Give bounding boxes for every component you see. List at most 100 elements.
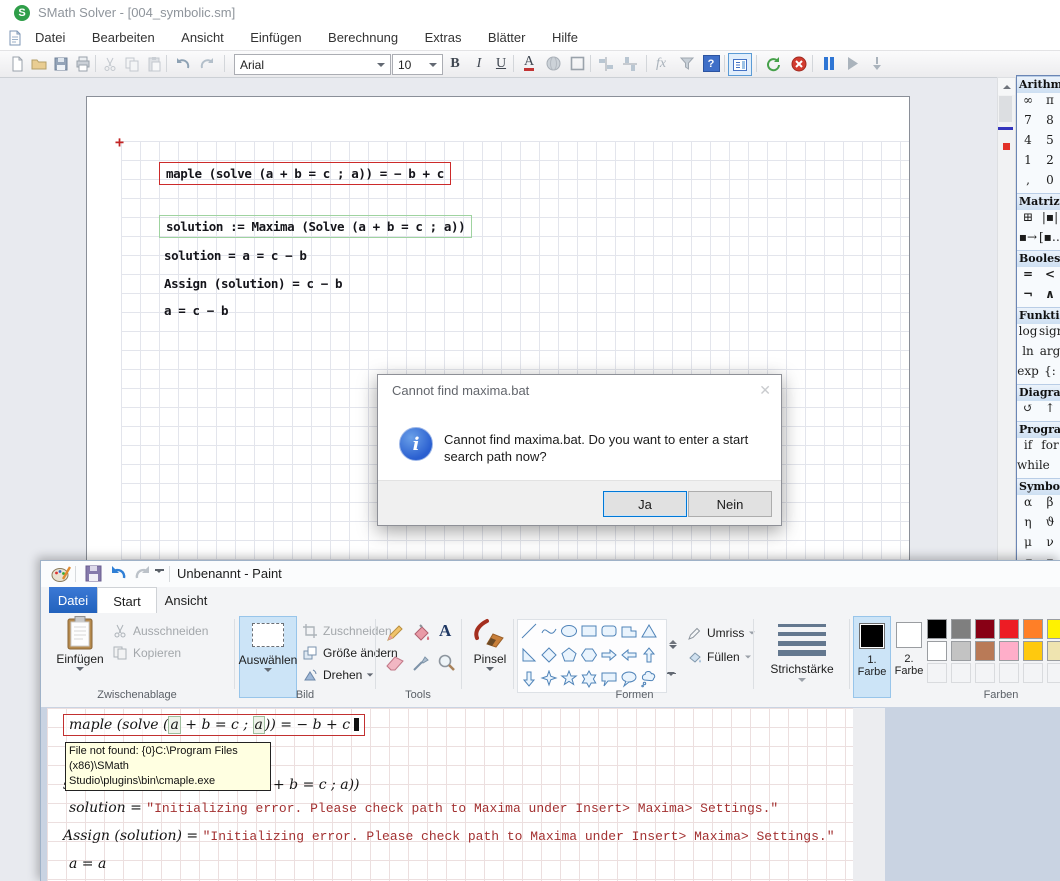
recalculate-button[interactable] [762, 53, 784, 74]
palette-item[interactable]: ▪→ [1017, 230, 1039, 250]
bold-button[interactable]: B [444, 53, 466, 74]
shape-star-5[interactable] [559, 668, 578, 690]
shape-rounded-rectangle[interactable] [599, 620, 618, 642]
palette-item[interactable]: ϑ [1039, 515, 1060, 535]
color2-button[interactable]: 2. Farbe [891, 616, 927, 696]
palette-item[interactable]: π [1039, 93, 1060, 113]
cut-button[interactable]: Ausschneiden [111, 621, 208, 641]
color-swatch[interactable] [927, 641, 947, 661]
color-swatch[interactable] [1047, 619, 1060, 639]
shape-ellipse[interactable] [559, 620, 578, 642]
rotate-button[interactable]: Drehen [301, 665, 374, 685]
select-button[interactable]: Auswählen [239, 616, 297, 698]
palette-item[interactable]: ↺ [1017, 401, 1039, 421]
palette-item[interactable]: α [1017, 495, 1039, 515]
color1-button[interactable]: 1. Farbe [853, 616, 891, 698]
close-icon[interactable]: ✕ [759, 382, 771, 399]
palette-item[interactable]: if [1017, 438, 1039, 458]
redo-button[interactable] [196, 53, 218, 74]
shape-callout-oval[interactable] [619, 668, 638, 690]
menu-extras[interactable]: Extras [414, 26, 473, 50]
palette-item[interactable]: 7 [1017, 113, 1039, 133]
magnifier-tool[interactable] [437, 653, 457, 673]
palette-item[interactable]: = [1017, 267, 1039, 287]
save-button[interactable] [50, 53, 72, 74]
shape-arrow-right[interactable] [599, 644, 618, 666]
fill-button[interactable]: Füllen [685, 647, 752, 667]
stroke-width-button[interactable]: Strichstärke [757, 616, 847, 696]
empty-swatch[interactable] [975, 663, 995, 683]
shape-callout-rounded[interactable] [599, 668, 618, 690]
copy-icon[interactable] [121, 53, 143, 74]
color-swatch[interactable] [927, 619, 947, 639]
shape-star-4[interactable] [539, 668, 558, 690]
palette-item[interactable]: ∧ [1039, 287, 1060, 307]
math-region-assign[interactable]: Assign (solution) = c − b [164, 276, 342, 291]
shape-triangle[interactable] [639, 620, 658, 642]
shapes-scroll-down[interactable] [669, 649, 677, 667]
italic-button[interactable]: I [468, 53, 490, 74]
print-button[interactable] [72, 53, 94, 74]
palette-item[interactable]: 5 [1039, 133, 1060, 153]
shape-right-triangle[interactable] [519, 644, 538, 666]
globe-icon[interactable] [542, 53, 564, 74]
palette-item[interactable]: sign [1039, 324, 1060, 344]
shape-star-6[interactable] [579, 668, 598, 690]
empty-swatch[interactable] [927, 663, 947, 683]
palette-item[interactable]: 1 [1017, 153, 1039, 173]
palette-item[interactable]: exp [1017, 364, 1039, 384]
shape-diamond[interactable] [539, 644, 558, 666]
yes-button[interactable]: Ja [603, 491, 687, 517]
color-picker-tool[interactable] [411, 653, 431, 673]
worksheet-vscrollbar[interactable] [997, 77, 1016, 563]
palette-item[interactable]: while [1017, 458, 1039, 478]
color-swatch[interactable] [999, 641, 1019, 661]
tab-datei[interactable]: Datei [49, 587, 97, 613]
palette-item[interactable]: ∞ [1017, 93, 1039, 113]
menu-blaetter[interactable]: Blätter [477, 26, 537, 50]
font-color-button[interactable]: A [518, 53, 540, 74]
paint-canvas[interactable]: maple (solve (a + b = c ; a)) = − b + c … [47, 708, 885, 881]
palette-item[interactable]: |▪| [1039, 210, 1060, 230]
run-button[interactable] [842, 53, 864, 74]
pause-button[interactable] [818, 53, 840, 74]
palette-item[interactable]: ¬ [1017, 287, 1039, 307]
shape-arrow-left[interactable] [619, 644, 638, 666]
function-button[interactable]: fx [650, 53, 672, 74]
menu-berechnung[interactable]: Berechnung [317, 26, 409, 50]
outline-button[interactable]: Umriss [685, 623, 756, 643]
empty-swatch[interactable] [1023, 663, 1043, 683]
copy-button[interactable]: Kopieren [111, 643, 181, 663]
open-button[interactable] [28, 53, 50, 74]
math-region-maxima[interactable]: solution := Maxima (Solve (a + b = c ; a… [159, 215, 472, 238]
palette-item[interactable]: ν [1039, 535, 1060, 555]
color-swatch[interactable] [1023, 641, 1043, 661]
palette-item[interactable]: 2 [1039, 153, 1060, 173]
palette-item[interactable]: 4 [1017, 133, 1039, 153]
new-document-button[interactable] [6, 53, 28, 74]
color-swatch[interactable] [975, 641, 995, 661]
shape-line[interactable] [519, 620, 538, 642]
shape-callout-cloud[interactable] [639, 668, 658, 690]
empty-swatch[interactable] [1047, 663, 1060, 683]
font-size-select[interactable]: 10 [392, 54, 443, 75]
color-swatch[interactable] [951, 619, 971, 639]
tab-ansicht[interactable]: Ansicht [155, 587, 217, 613]
qat-redo-button[interactable] [133, 565, 152, 582]
palette-item[interactable]: arg [1039, 344, 1060, 364]
cut-icon[interactable] [99, 53, 121, 74]
color-swatch[interactable] [951, 641, 971, 661]
align-horizontal-button[interactable] [595, 53, 617, 74]
palette-item[interactable]: [▪‥▪] [1039, 230, 1060, 250]
shape-polygon[interactable] [619, 620, 638, 642]
menu-datei[interactable]: Datei [24, 26, 76, 50]
scrollbar-thumb[interactable] [999, 96, 1012, 122]
color-swatch[interactable] [975, 619, 995, 639]
palette-item[interactable]: , [1017, 173, 1039, 193]
underline-button[interactable]: U [490, 53, 512, 74]
brush-button[interactable]: Pinsel [465, 616, 515, 696]
palette-item[interactable]: ln [1017, 344, 1039, 364]
shape-arrow-up[interactable] [639, 644, 658, 666]
side-panel-toggle[interactable] [728, 53, 752, 76]
shape-arrow-down[interactable] [519, 668, 538, 690]
